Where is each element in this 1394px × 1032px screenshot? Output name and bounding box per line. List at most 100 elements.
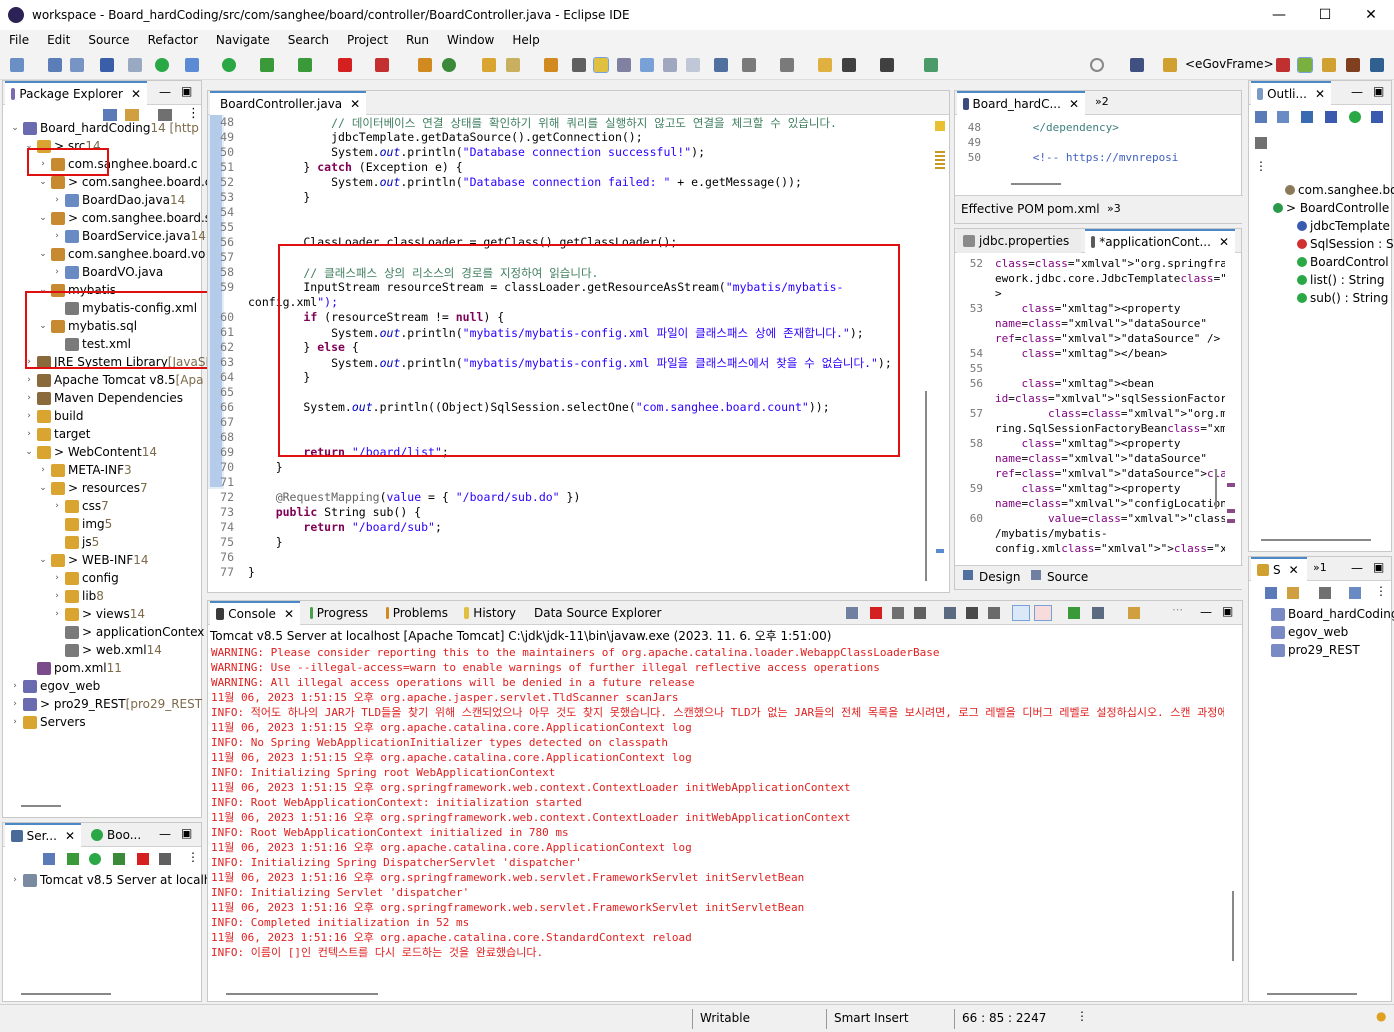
run-icon[interactable] xyxy=(222,58,236,72)
hide-static-icon[interactable] xyxy=(1325,111,1337,123)
terminal-icon[interactable] xyxy=(100,58,114,72)
new-java-project-icon[interactable] xyxy=(418,58,432,72)
scrollbar[interactable] xyxy=(1261,539,1371,541)
tab-console[interactable]: Console ✕ xyxy=(210,601,300,625)
close-icon[interactable]: ✕ xyxy=(1289,563,1299,577)
scrollbar[interactable] xyxy=(21,805,61,807)
status-menu-icon[interactable]: ⋮ xyxy=(1076,1009,1088,1023)
tab-application-context[interactable]: *applicationCont... ✕ xyxy=(1085,229,1235,253)
menu-refactor[interactable]: Refactor xyxy=(139,33,207,47)
expand-icon[interactable]: › xyxy=(9,699,21,709)
debug-icon[interactable] xyxy=(185,58,199,72)
server-item[interactable]: › Tomcat v8.5 Server at localh xyxy=(9,871,211,889)
pilcrow-icon[interactable] xyxy=(686,58,700,72)
close-button[interactable]: ✕ xyxy=(1348,0,1394,30)
expand-icon[interactable]: › xyxy=(23,375,35,385)
tab-pom-xml[interactable]: pom.xml xyxy=(1047,202,1100,216)
expand-icon[interactable]: › xyxy=(23,393,35,403)
vertical-scrollbar[interactable] xyxy=(925,391,927,581)
expand-icon[interactable]: › xyxy=(9,875,21,885)
project-item[interactable]: pro29_REST xyxy=(1269,641,1360,659)
tree-node[interactable]: › build xyxy=(23,407,83,425)
close-icon[interactable]: ✕ xyxy=(1219,235,1229,249)
expand-icon[interactable]: ⌄ xyxy=(9,123,21,133)
tree-node[interactable]: › BoardService.java 14 xyxy=(51,227,206,245)
maximize-icon[interactable]: ▣ xyxy=(1373,84,1384,98)
java-perspective-icon[interactable] xyxy=(1297,57,1313,73)
run-server-icon[interactable] xyxy=(155,58,169,72)
v-scrollbar[interactable] xyxy=(1215,469,1217,509)
expand-icon[interactable]: ⌄ xyxy=(37,483,49,493)
outline-item[interactable]: > BoardControlle xyxy=(1271,199,1389,217)
outline-item[interactable]: jdbcTemplate xyxy=(1295,217,1390,235)
tree-node[interactable]: › lib 8 xyxy=(51,587,104,605)
tab-project-explorer[interactable]: S ✕ xyxy=(1251,557,1307,581)
maximize-icon[interactable]: ▣ xyxy=(181,84,192,98)
open-task-icon[interactable] xyxy=(506,58,520,72)
tab-boot-dashboard[interactable]: Boo... xyxy=(85,823,155,847)
git-perspective-icon[interactable] xyxy=(1346,58,1360,72)
tree-node[interactable]: › target xyxy=(23,425,90,443)
collapse-all-icon[interactable] xyxy=(1265,587,1277,599)
debug-server-icon[interactable] xyxy=(67,853,79,865)
tab-problems[interactable]: Problems xyxy=(380,601,454,625)
expand-icon[interactable]: › xyxy=(51,501,63,511)
db-perspective-icon[interactable] xyxy=(1370,58,1384,72)
menu-window[interactable]: Window xyxy=(438,33,503,47)
collapse-icon[interactable] xyxy=(43,853,55,865)
menu-source[interactable]: Source xyxy=(79,33,138,47)
tree-node[interactable]: > web.xml 14 xyxy=(51,641,162,659)
display-console-icon[interactable] xyxy=(1092,607,1104,619)
clear-console-icon[interactable] xyxy=(944,607,956,619)
egovframe-perspective-icon[interactable] xyxy=(1163,58,1177,72)
new-icon[interactable] xyxy=(10,58,24,72)
expand-icon[interactable]: ⌄ xyxy=(37,213,49,223)
tree-node[interactable]: › > pro29_REST [pro29_REST r xyxy=(9,695,211,713)
start-server-icon[interactable] xyxy=(89,853,101,865)
close-icon[interactable]: ✕ xyxy=(284,607,294,621)
sync-icon[interactable] xyxy=(714,58,728,72)
view-menu-icon[interactable]: ⋮ xyxy=(1255,159,1267,173)
block-selection-icon[interactable] xyxy=(617,58,631,72)
minimize-button[interactable]: — xyxy=(1256,0,1302,30)
tab-jdbc-properties[interactable]: jdbc.properties xyxy=(957,229,1081,253)
menu-run[interactable]: Run xyxy=(397,33,438,47)
tab-history[interactable]: History xyxy=(458,601,522,625)
link-editor-icon[interactable] xyxy=(1287,587,1299,599)
save-icon[interactable] xyxy=(48,58,62,72)
stop-server-icon[interactable] xyxy=(137,853,149,865)
tree-node[interactable]: › BoardDao.java 14 xyxy=(51,191,185,209)
show-whitespace-icon[interactable] xyxy=(663,58,677,72)
expand-icon[interactable]: › xyxy=(51,195,63,205)
tab-package-explorer[interactable]: Package Explorer ✕ xyxy=(5,81,147,105)
close-icon[interactable]: ✕ xyxy=(1315,87,1325,101)
project-item[interactable]: Board_hardCoding xyxy=(1269,605,1394,623)
ant-icon[interactable] xyxy=(375,58,389,72)
more-subtabs[interactable]: »3 xyxy=(1107,202,1121,215)
expand-icon[interactable]: › xyxy=(9,717,21,727)
publish-icon[interactable] xyxy=(159,853,171,865)
expand-icon[interactable]: ⌄ xyxy=(37,177,49,187)
show-stdout-icon[interactable] xyxy=(1012,605,1030,621)
pin-editor-icon[interactable] xyxy=(924,58,938,72)
tab-board-controller[interactable]: BoardController.java ✕ xyxy=(210,91,366,115)
open-type-icon[interactable] xyxy=(482,58,496,72)
menu-help[interactable]: Help xyxy=(503,33,548,47)
view-menu-icon[interactable]: ⋮ xyxy=(1375,584,1387,598)
outline-item[interactable]: sub() : String xyxy=(1295,289,1388,307)
tree-node[interactable]: › css 7 xyxy=(51,497,109,515)
console-output[interactable]: WARNING: Please consider reporting this … xyxy=(208,645,1224,975)
tab-outline[interactable]: Outli... ✕ xyxy=(1251,81,1331,105)
back-icon[interactable] xyxy=(842,58,856,72)
tab-progress[interactable]: Progress xyxy=(304,601,374,625)
h-scrollbar[interactable] xyxy=(1011,183,1061,185)
close-icon[interactable]: ✕ xyxy=(350,97,360,111)
tree-node[interactable]: ⌄ com.sanghee.board.vo xyxy=(37,245,205,263)
view-menu-icon[interactable]: ⋮ xyxy=(187,850,199,864)
run-external-icon[interactable] xyxy=(298,58,312,72)
forward-icon[interactable] xyxy=(880,58,894,72)
expand-icon[interactable]: ⌄ xyxy=(37,249,49,259)
menu-edit[interactable]: Edit xyxy=(38,33,79,47)
scrollbar[interactable] xyxy=(1267,993,1357,995)
sort-icon[interactable] xyxy=(1277,111,1289,123)
